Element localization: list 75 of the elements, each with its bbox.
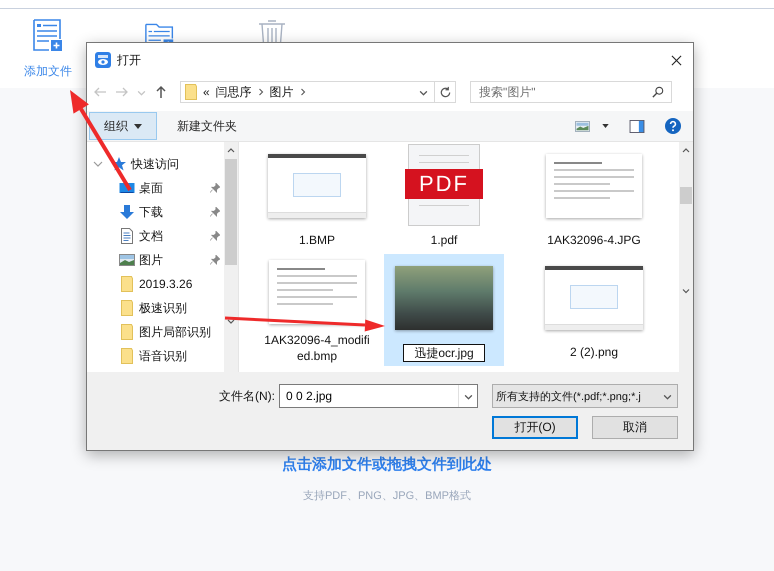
new-folder-button[interactable]: 新建文件夹 bbox=[171, 116, 243, 136]
search-icon bbox=[652, 86, 664, 98]
up-arrow-icon[interactable] bbox=[154, 85, 168, 99]
nav-item[interactable]: 2019.3.26 bbox=[87, 272, 224, 296]
nav-label: 下载 bbox=[139, 204, 163, 220]
file-item[interactable]: 1AK32096-4_modified.bmp bbox=[255, 254, 379, 366]
caret-icon bbox=[134, 124, 142, 128]
app-icon bbox=[95, 52, 111, 68]
help-icon[interactable] bbox=[665, 118, 681, 134]
breadcrumb[interactable]: 图片 bbox=[270, 84, 294, 100]
nav-label: 桌面 bbox=[139, 180, 163, 196]
nav-item[interactable]: 下载 bbox=[87, 200, 224, 224]
add-file-icon bbox=[33, 19, 63, 51]
chevron-right-icon[interactable] bbox=[258, 88, 264, 96]
caret-icon[interactable] bbox=[602, 124, 609, 128]
nav-item[interactable]: 文档 bbox=[87, 224, 224, 248]
path-overflow[interactable]: « bbox=[203, 85, 210, 99]
organize-button[interactable]: 组织 bbox=[89, 112, 157, 140]
scroll-thumb[interactable] bbox=[225, 159, 237, 265]
drop-hint: 点击添加文件或拖拽文件到此处 bbox=[281, 455, 493, 474]
nav-item[interactable]: 图片 bbox=[87, 248, 224, 272]
scroll-thumb[interactable] bbox=[680, 187, 692, 204]
download-arrow-icon bbox=[119, 204, 135, 220]
file-name-field[interactable]: 0 0 2.jpg bbox=[279, 384, 478, 408]
file-item[interactable]: 迅捷ocr.jpg bbox=[384, 254, 504, 366]
file-name: 1.BMP bbox=[298, 232, 336, 248]
supported-formats: 支持PDF、PNG、JPG、BMP格式 bbox=[302, 489, 472, 503]
folder-icon bbox=[119, 276, 135, 292]
document-icon bbox=[119, 228, 135, 244]
file-item[interactable]: 2 (2).png bbox=[509, 254, 679, 366]
file-item[interactable]: 1AK32096-4.JPG bbox=[509, 142, 679, 254]
breadcrumb[interactable]: 闫思序 bbox=[216, 84, 252, 100]
folder-icon bbox=[185, 84, 197, 100]
nav-label: 2019.3.26 bbox=[139, 277, 192, 291]
nav-label: 快速访问 bbox=[131, 156, 179, 172]
scrollbar[interactable] bbox=[679, 142, 693, 372]
nav-item[interactable]: 极速识别 bbox=[87, 296, 224, 320]
scroll-up-icon[interactable] bbox=[682, 147, 690, 153]
address-bar[interactable]: « 闫思序 图片 bbox=[180, 81, 456, 103]
scrollbar[interactable] bbox=[224, 142, 238, 372]
chevron-right-icon[interactable] bbox=[300, 88, 306, 96]
scroll-up-icon[interactable] bbox=[227, 147, 235, 153]
file-item[interactable]: 1.BMP bbox=[255, 142, 379, 254]
nav-item[interactable]: 语音识别 bbox=[87, 344, 224, 368]
close-icon[interactable] bbox=[671, 54, 682, 66]
nav-item[interactable]: 图片局部识别 bbox=[87, 320, 224, 344]
file-name: 1.pdf bbox=[430, 232, 458, 248]
nav-label: 语音识别 bbox=[139, 348, 187, 364]
view-options-icon[interactable] bbox=[575, 120, 590, 132]
nav-item[interactable]: 快速访问 bbox=[87, 152, 224, 176]
file-type-dropdown[interactable]: 所有支持的文件(*.pdf;*.png;*.j bbox=[492, 384, 678, 408]
nav-label: 图片 bbox=[139, 252, 163, 268]
nav-label: 极速识别 bbox=[139, 300, 187, 316]
open-button[interactable]: 打开(O) bbox=[492, 416, 578, 439]
nav-item[interactable]: 桌面 bbox=[87, 176, 224, 200]
file-item[interactable]: PDF 1.pdf bbox=[379, 142, 509, 254]
preview-pane-icon[interactable] bbox=[629, 120, 645, 132]
folder-icon bbox=[119, 300, 135, 316]
folder-icon bbox=[119, 324, 135, 340]
cancel-button[interactable]: 取消 bbox=[592, 416, 678, 439]
refresh-icon[interactable] bbox=[438, 86, 452, 98]
file-name[interactable]: 迅捷ocr.jpg bbox=[403, 344, 485, 362]
file-name: 1AK32096-4.JPG bbox=[546, 232, 642, 248]
nav-label: 图片局部识别 bbox=[139, 324, 211, 340]
folder-icon bbox=[119, 348, 135, 364]
nav-label: 文档 bbox=[139, 228, 163, 244]
file-name: 1AK32096-4_modified.bmp bbox=[263, 332, 371, 364]
picture-icon bbox=[119, 252, 135, 268]
chevron-icon[interactable] bbox=[93, 159, 103, 169]
file-name-label: 文件名(N): bbox=[218, 388, 276, 404]
dialog-title: 打开 bbox=[117, 52, 141, 68]
toolbar-label[interactable]: 添加文件 bbox=[24, 63, 72, 80]
pdf-file-icon: PDF bbox=[408, 144, 480, 226]
file-name: 2 (2).png bbox=[568, 344, 620, 360]
search-field[interactable]: 搜索"图片" bbox=[470, 81, 672, 103]
